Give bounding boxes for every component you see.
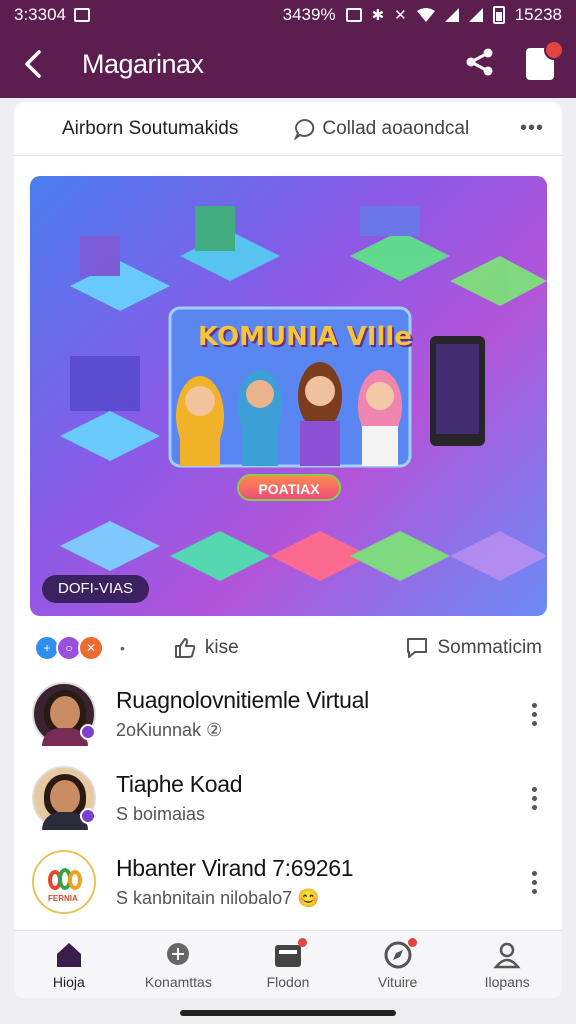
nfc-icon — [345, 8, 362, 22]
nav-inbox[interactable]: Flodon — [233, 931, 343, 998]
more-options-icon[interactable] — [524, 870, 544, 894]
post-card: Airborn Soutumakids Collad aoaondcal ••• — [14, 102, 562, 998]
status-clock-right: 15238 — [514, 5, 562, 24]
like-button[interactable]: kise — [173, 636, 239, 660]
bluetooth-icon: ✱ — [371, 7, 385, 24]
list-item-subtitle: 2oKiunnak ② — [116, 720, 223, 740]
post-author[interactable]: Airborn Soutumakids — [62, 118, 238, 140]
mute-icon: ✕ — [394, 7, 407, 24]
notifications-button[interactable] — [526, 40, 564, 80]
back-button[interactable] — [0, 30, 64, 98]
more-options-icon[interactable] — [524, 786, 544, 810]
app-bar: Magarinax — [0, 30, 576, 98]
collab-label: Collad aoaondcal — [322, 117, 470, 139]
nav-home[interactable]: Hioja — [14, 931, 124, 998]
nav-label: Flodon — [266, 973, 310, 990]
home-indicator[interactable] — [180, 1010, 396, 1016]
home-icon — [56, 942, 81, 967]
hero-badge: DOFI-VIAS — [42, 575, 150, 603]
bottom-navigation: Hioja Konamttas Flodon Vituire Ilopans — [14, 930, 562, 998]
avatar — [32, 682, 96, 746]
status-time: 3:3304 — [14, 5, 66, 24]
brand-logo-avatar: FERNIA — [32, 850, 96, 914]
nav-profile[interactable]: Ilopans — [452, 931, 562, 998]
collab-button[interactable]: Collad aoaondcal — [294, 118, 469, 140]
comment-button[interactable]: Sommaticim — [405, 636, 542, 660]
list-item-subtitle: S kanbnitain nilobalo7 😊 — [116, 888, 320, 908]
notification-badge — [544, 40, 564, 60]
chat-icon — [167, 942, 190, 965]
separator-dot: • — [120, 640, 125, 656]
inbox-badge — [297, 937, 307, 947]
app-title: Magarinax — [82, 48, 204, 79]
logo-text: FERNIA — [48, 894, 78, 903]
reaction-summary[interactable]: + ○ ✕ — [34, 635, 104, 661]
avatar-badge-icon — [80, 808, 96, 824]
back-arrow-icon — [25, 50, 41, 78]
avatar-badge-icon — [80, 724, 96, 740]
list-item[interactable]: Ruagnolovnitiemle Virtual 2oKiunnak ② — [14, 672, 562, 756]
like-label: kise — [204, 637, 239, 658]
share-button[interactable] — [464, 46, 496, 83]
share-icon — [466, 48, 493, 75]
profile-icon — [493, 942, 521, 968]
reaction-row: + ○ ✕ • kise Sommaticim — [14, 628, 562, 668]
avatar — [32, 766, 96, 830]
nav-label: Hioja — [52, 973, 85, 990]
nav-virtual[interactable]: Vituire — [343, 931, 453, 998]
nav-label: Konamttas — [144, 973, 212, 990]
wifi-icon — [416, 8, 435, 22]
status-bar: 3:3304 3439% ✱ ✕ 15238 — [0, 0, 576, 30]
post-hero-image[interactable]: KOMUNIA VIlle POATIAX DOFI-VIAS — [30, 176, 547, 616]
comment-bubble-icon — [294, 118, 315, 140]
post-more-icon[interactable]: ••• — [520, 117, 544, 140]
nav-label: Ilopans — [484, 973, 530, 990]
list-item-title: Ruagnolovnitiemle Virtual — [116, 687, 369, 713]
battery-percent: 3439% — [282, 5, 336, 24]
list-item-title: Hbanter Virand 7:69261 — [116, 855, 354, 881]
wow-reaction-icon: ✕ — [78, 635, 104, 661]
comment-icon — [407, 638, 428, 658]
nav-communities[interactable]: Konamttas — [124, 931, 234, 998]
thumbs-up-icon — [174, 638, 196, 658]
post-header: Airborn Soutumakids Collad aoaondcal ••• — [14, 102, 562, 156]
list-item[interactable]: FERNIA Hbanter Virand 7:69261 S kanbnita… — [14, 840, 562, 924]
battery-icon — [492, 6, 505, 24]
comment-label: Sommaticim — [437, 637, 542, 658]
hero-illustration — [60, 206, 547, 581]
screenshot-icon — [74, 8, 90, 22]
virtual-badge — [407, 937, 417, 947]
signal-2-icon — [468, 8, 483, 22]
signal-icon — [444, 8, 459, 22]
hero-cta-button[interactable]: POATIAX — [237, 474, 341, 501]
list-item-subtitle: S boimaias — [116, 804, 206, 824]
community-list: Ruagnolovnitiemle Virtual 2oKiunnak ② Ti… — [14, 672, 562, 924]
list-item-title: Tiaphe Koad — [116, 771, 243, 797]
more-options-icon[interactable] — [524, 702, 544, 726]
hero-title: KOMUNIA VIlle — [198, 322, 412, 352]
list-item[interactable]: Tiaphe Koad S boimaias — [14, 756, 562, 840]
nav-label: Vituire — [377, 973, 418, 990]
